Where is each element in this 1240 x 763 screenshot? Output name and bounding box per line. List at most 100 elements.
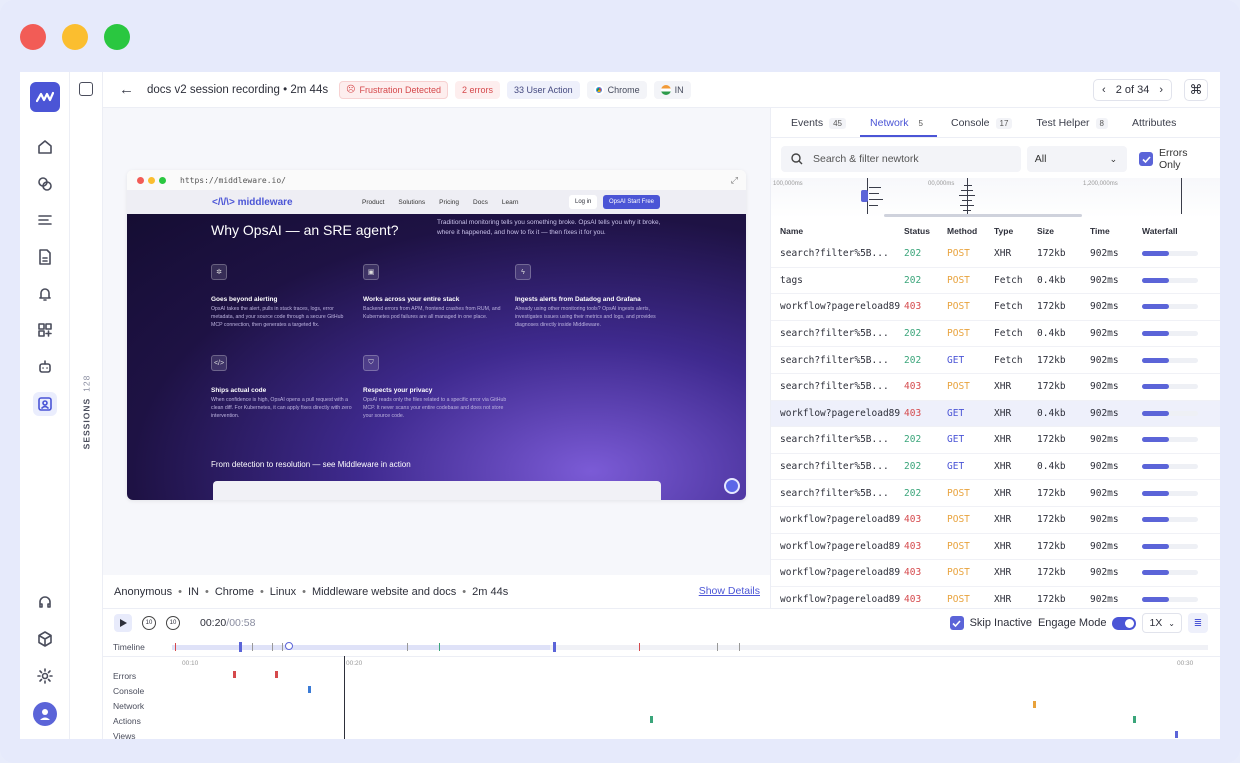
action-event-marker[interactable] [1133,716,1136,723]
waterfall-fill [1142,597,1169,603]
close-window-icon[interactable] [20,24,46,50]
request-status: 403 [904,567,922,579]
minimize-window-icon[interactable] [62,24,88,50]
table-row[interactable]: search?filter%5B... 202 POST XHR 172kb 902ms [771,241,1220,268]
column-type[interactable]: Type [994,226,1037,236]
table-row[interactable]: workflow?pagereload89 403 POST XHR 172kb 902m… [771,560,1220,587]
table-row[interactable]: search?filter%5B... 202 POST Fetch 0.4kb 902m… [771,321,1220,348]
action-event-marker[interactable] [650,716,653,723]
network-waterfall-overview[interactable]: 100,000ms 00,000ms 1,200,000ms [771,178,1220,218]
settings-gear-icon[interactable] [33,664,57,688]
command-icon[interactable]: ⌘ [1184,79,1208,101]
request-time: 902ms [1090,274,1119,286]
table-row[interactable]: search?filter%5B... 202 GET XHR 172kb 902ms [771,427,1220,454]
column-waterfall[interactable]: Waterfall [1142,226,1220,236]
info-duration: 2m 44s [472,585,509,598]
browser-minimize-dot [148,176,155,184]
player-options: Skip Inactive Engage Mode 1X ⌄ ≣ [949,613,1208,633]
show-details-link[interactable]: Show Details [699,585,760,597]
waterfall-fill [1142,384,1169,390]
notes-icon[interactable]: ≣ [1188,613,1208,633]
table-row[interactable]: search?filter%5B... 202 POST XHR 172kb 902ms [771,480,1220,507]
request-waterfall [1142,570,1220,576]
tab-attributes[interactable]: Attributes [1122,117,1186,137]
prev-session-chevron-icon[interactable]: ‹ [1094,84,1114,96]
column-method[interactable]: Method [947,226,994,236]
stack-icon: ▣ [363,264,379,280]
waterfall-fill [1142,517,1169,523]
column-name[interactable]: Name [771,226,904,236]
waterfall-fill [1142,464,1169,470]
errors-badge[interactable]: 2 errors [455,80,501,99]
view-event-marker[interactable] [1175,731,1178,738]
ai-agent-icon[interactable] [33,355,57,379]
frustration-badge[interactable]: ☹ Frustration Detected [339,80,449,99]
tab-test-helper[interactable]: Test Helper 8 [1026,117,1118,137]
table-row[interactable]: tags 202 POST Fetch 0.4kb 902ms [771,268,1220,295]
reports-icon[interactable] [33,245,57,269]
user-action-badge[interactable]: 33 User Action [507,80,580,99]
session-replay-icon[interactable] [33,392,57,416]
network-type-select[interactable]: All ⌄ [1026,146,1128,172]
error-event-marker[interactable] [275,671,278,678]
tab-events[interactable]: Events 45 [781,117,856,137]
table-row[interactable]: workflow?pagereload89 403 POST XHR 172kb 902m… [771,507,1220,534]
sidebar-toggle-icon[interactable] [79,82,93,96]
network-search-input[interactable]: Search & filter newtork [781,146,1021,172]
table-row[interactable]: workflow?pagereload89 403 POST XHR 172kb 902m… [771,534,1220,561]
tab-network[interactable]: Network 5 [860,117,937,137]
tab-console[interactable]: Console 17 [941,117,1022,137]
scrubber-handle[interactable] [285,642,293,650]
console-event-marker[interactable] [308,686,311,693]
sessions-toggle[interactable]: SESSIONS 128 [70,372,103,452]
errors-only-filter[interactable]: Errors Only [1139,147,1211,171]
column-status[interactable]: Status [904,226,947,236]
request-name: workflow?pagereload89 [780,540,901,552]
skip-back-button[interactable]: 10 [142,615,156,630]
sparkle-icon: ✲ [211,264,227,280]
network-event-marker[interactable] [1033,701,1036,708]
column-time[interactable]: Time [1090,226,1142,236]
alerts-icon[interactable] [33,282,57,306]
user-avatar[interactable] [33,702,57,726]
browser-url: https://middleware.io/ [180,175,286,185]
dashboards-icon[interactable] [33,318,57,342]
request-name: workflow?pagereload89 [780,301,901,313]
table-row[interactable]: search?filter%5B... 403 POST XHR 172kb 902ms [771,374,1220,401]
playhead[interactable] [344,656,345,739]
table-row[interactable]: workflow?pagereload89 403 POST XHR 172kb 902m… [771,587,1220,608]
table-row[interactable]: search?filter%5B... 202 GET Fetch 172kb 902ms [771,347,1220,374]
site-logo: </\/\> middleware [212,196,293,208]
integrations-icon[interactable] [33,627,57,651]
request-method: POST [947,301,970,313]
error-event-marker[interactable] [233,671,236,678]
infrastructure-icon[interactable] [33,172,57,196]
shield-icon: ⛉ [363,355,379,371]
back-arrow-icon[interactable]: ← [119,81,134,98]
logs-icon[interactable] [33,208,57,232]
play-button[interactable] [114,613,132,632]
skip-forward-button[interactable]: 10 [166,615,180,630]
waterfall-fill [1142,570,1169,576]
errors-only-checkbox[interactable] [1139,152,1153,166]
table-row[interactable]: workflow?pagereload89 403 POST Fetch 172kb 90… [771,294,1220,321]
table-row[interactable]: search?filter%5B... 202 GET XHR 0.4kb 902ms [771,454,1220,481]
speed-select[interactable]: 1X ⌄ [1142,613,1182,633]
middleware-logo-icon[interactable] [30,82,60,112]
next-session-chevron-icon[interactable]: › [1151,84,1171,96]
expand-icon[interactable]: ⤢ [731,175,738,186]
home-icon[interactable] [33,135,57,159]
maximize-window-icon[interactable] [104,24,130,50]
replayed-browser-window[interactable]: https://middleware.io/ ⤢ </\/\> middlewa… [127,170,746,500]
skip-inactive-checkbox[interactable] [949,616,964,630]
engage-mode-toggle[interactable] [1112,616,1137,630]
request-name: search?filter%5B... [780,434,889,446]
request-type: XHR [994,248,1012,260]
table-row[interactable]: workflow?pagereload89 403 GET XHR 0.4kb 902ms [771,400,1220,428]
support-icon[interactable] [33,590,57,614]
column-size[interactable]: Size [1037,226,1090,236]
waterfall-scrollbar[interactable] [884,214,1082,217]
sessions-strip: SESSIONS 128 [70,72,103,739]
timeline-scrubber[interactable] [172,642,1208,652]
request-waterfall [1142,251,1220,257]
